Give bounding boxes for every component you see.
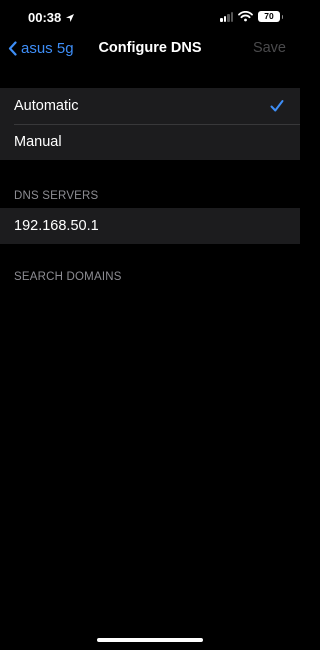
save-button[interactable]: Save bbox=[253, 36, 286, 60]
dns-servers-header: DNS SERVERS bbox=[14, 190, 99, 202]
option-manual-label: Manual bbox=[14, 134, 62, 150]
option-automatic-label: Automatic bbox=[14, 98, 79, 114]
navigation-bar: asus 5g Configure DNS Save bbox=[0, 36, 300, 60]
option-automatic[interactable]: Automatic bbox=[0, 88, 300, 124]
status-bar: 00:38 70 bbox=[0, 0, 300, 36]
search-domains-header: SEARCH DOMAINS bbox=[14, 271, 122, 283]
dns-server-item[interactable]: 192.168.50.1 bbox=[0, 208, 300, 244]
dns-server-address: 192.168.50.1 bbox=[14, 218, 99, 234]
dns-mode-group: Automatic Manual bbox=[0, 88, 300, 160]
status-time: 00:38 bbox=[28, 10, 62, 25]
option-manual[interactable]: Manual bbox=[0, 124, 300, 160]
checkmark-icon bbox=[270, 100, 284, 112]
status-indicators: 70 bbox=[220, 11, 283, 22]
status-time-group: 00:38 bbox=[28, 10, 75, 25]
home-indicator[interactable] bbox=[97, 638, 203, 642]
wifi-icon bbox=[238, 11, 253, 22]
battery-icon: 70 bbox=[258, 11, 283, 22]
location-arrow-icon bbox=[66, 13, 75, 22]
dns-servers-group: 192.168.50.1 bbox=[0, 208, 300, 244]
cellular-signal-icon bbox=[220, 11, 233, 22]
